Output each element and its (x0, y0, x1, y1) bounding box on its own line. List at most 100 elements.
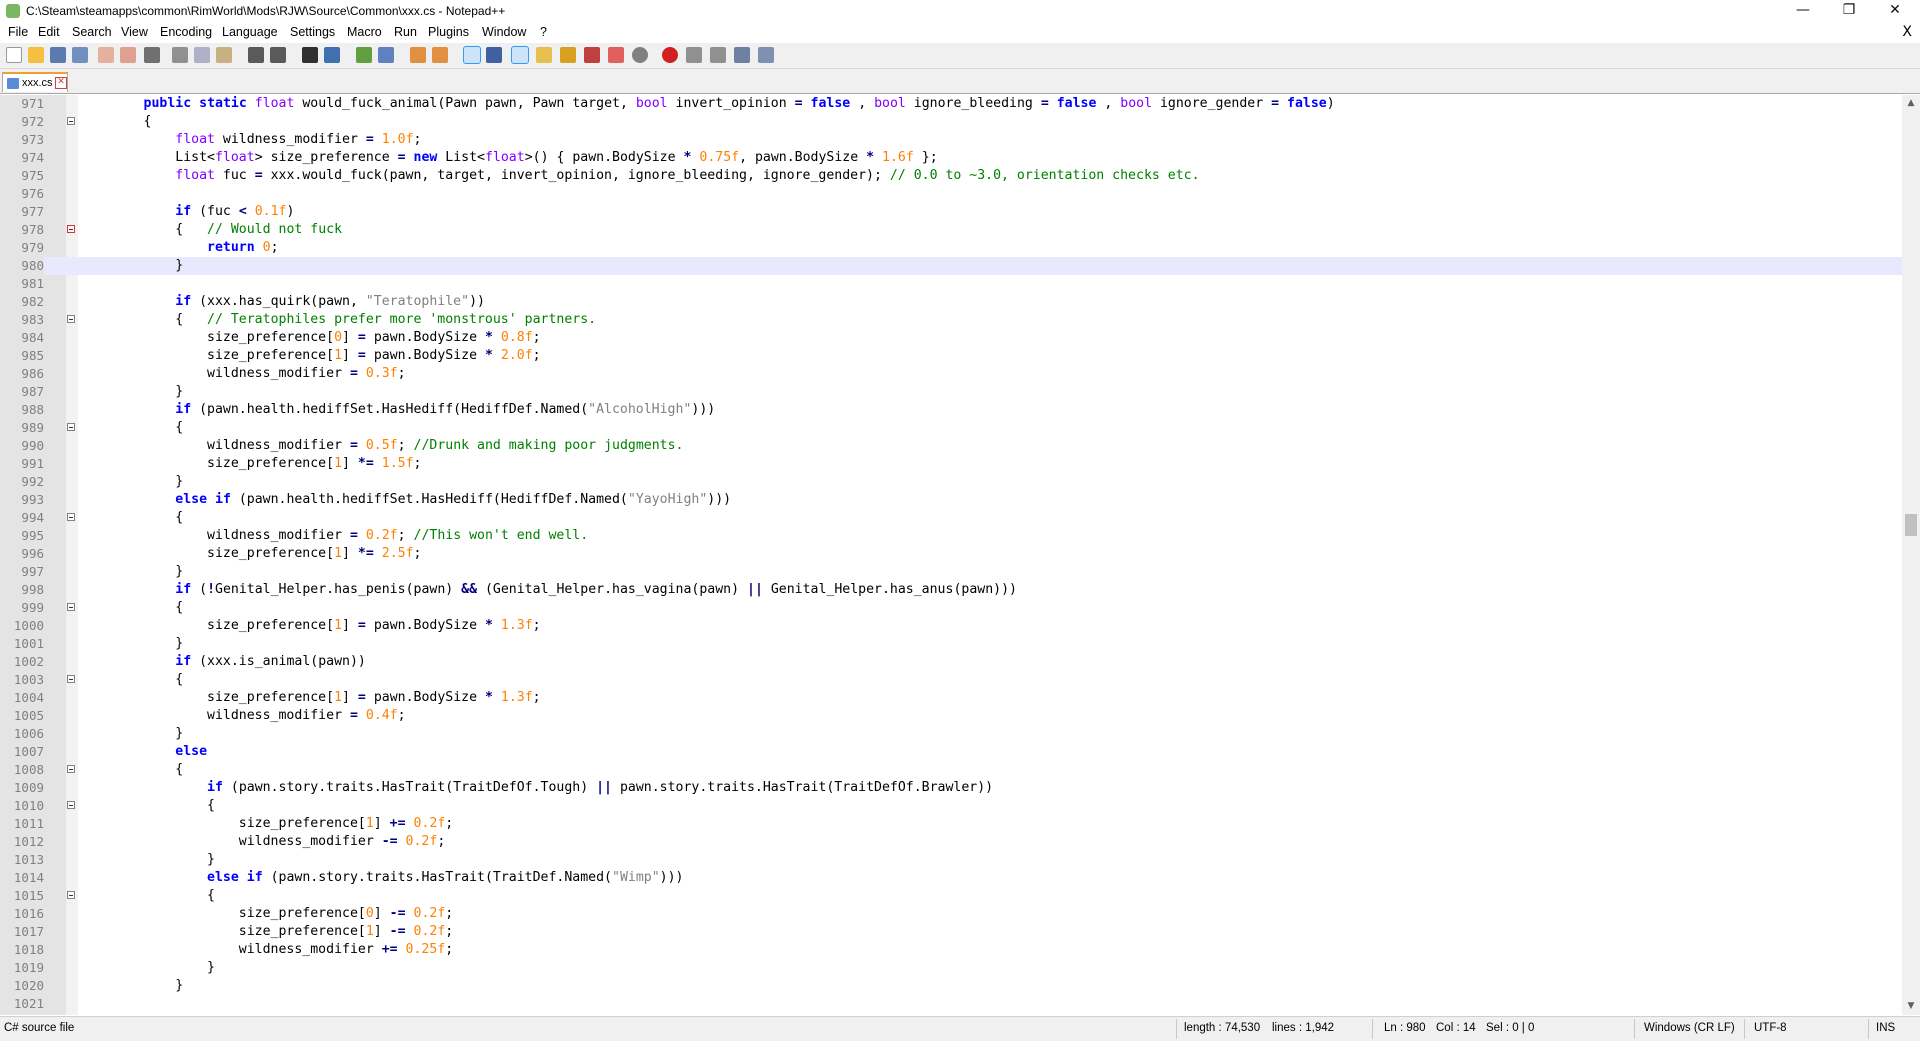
code-line[interactable]: 989 { (0, 419, 1902, 437)
menu-plugins[interactable]: Plugins (428, 25, 469, 39)
code-line[interactable]: 979 return 0; (0, 239, 1902, 257)
menu-edit[interactable]: Edit (38, 25, 60, 39)
fold-toggle-icon[interactable] (67, 117, 75, 125)
code-line[interactable]: 1010 { (0, 797, 1902, 815)
fold-toggle-icon[interactable] (67, 675, 75, 683)
sync-horizontal-icon[interactable] (432, 47, 448, 63)
vertical-scrollbar[interactable]: ▲ ▼ (1902, 95, 1920, 1015)
status-insert-mode[interactable]: INS (1876, 1022, 1895, 1034)
code-line[interactable]: 1019 } (0, 959, 1902, 977)
code-line[interactable]: 992 } (0, 473, 1902, 491)
save-all-icon[interactable] (72, 47, 88, 63)
run-macro-multiple-icon[interactable] (734, 47, 750, 63)
maximize-button[interactable]: ❐ (1826, 0, 1872, 22)
replace-icon[interactable] (324, 47, 340, 63)
code-line[interactable]: 1018 wildness_modifier += 0.25f; (0, 941, 1902, 959)
close-icon[interactable] (98, 47, 114, 63)
udl-icon[interactable] (536, 47, 552, 63)
code-line[interactable]: 1002 if (xxx.is_animal(pawn)) (0, 653, 1902, 671)
fold-toggle-icon[interactable] (67, 603, 75, 611)
doc-map-icon[interactable] (560, 47, 576, 63)
code-line[interactable]: 994 { (0, 509, 1902, 527)
code-line[interactable]: 995 wildness_modifier = 0.2f; //This won… (0, 527, 1902, 545)
function-list-icon[interactable] (584, 47, 600, 63)
fold-toggle-icon[interactable] (67, 891, 75, 899)
code-line[interactable]: 1004 size_preference[1] = pawn.BodySize … (0, 689, 1902, 707)
menu-help[interactable]: ? (540, 25, 547, 39)
new-file-icon[interactable] (6, 47, 22, 63)
code-line[interactable]: 1015 { (0, 887, 1902, 905)
fold-toggle-icon[interactable] (67, 801, 75, 809)
save-macro-icon[interactable] (758, 47, 774, 63)
record-macro-icon[interactable] (662, 47, 678, 63)
cut-icon[interactable] (172, 47, 188, 63)
code-line[interactable]: 978 { // Would not fuck (0, 221, 1902, 239)
scroll-down-arrow-icon[interactable]: ▼ (1902, 998, 1920, 1015)
fold-toggle-icon[interactable] (67, 765, 75, 773)
code-line[interactable]: 1007 else (0, 743, 1902, 761)
code-line[interactable]: 1008 { (0, 761, 1902, 779)
menu-run[interactable]: Run (394, 25, 417, 39)
zoom-out-icon[interactable] (378, 47, 394, 63)
scroll-up-arrow-icon[interactable]: ▲ (1902, 95, 1920, 112)
code-line[interactable]: 996 size_preference[1] *= 2.5f; (0, 545, 1902, 563)
close-document-x[interactable]: X (1902, 24, 1912, 40)
code-line[interactable]: 984 size_preference[0] = pawn.BodySize *… (0, 329, 1902, 347)
redo-icon[interactable] (270, 47, 286, 63)
code-line[interactable]: 1011 size_preference[1] += 0.2f; (0, 815, 1902, 833)
print-icon[interactable] (144, 47, 160, 63)
code-line[interactable]: 1005 wildness_modifier = 0.4f; (0, 707, 1902, 725)
zoom-in-icon[interactable] (356, 47, 372, 63)
code-line[interactable]: 993 else if (pawn.health.hediffSet.HasHe… (0, 491, 1902, 509)
tab-close-icon[interactable]: ✕ (55, 77, 67, 89)
menu-window[interactable]: Window (482, 25, 526, 39)
code-line[interactable]: 1021 (0, 995, 1902, 1013)
code-line[interactable]: 1013 } (0, 851, 1902, 869)
paste-icon[interactable] (216, 47, 232, 63)
code-line[interactable]: 971 public static float would_fuck_anima… (0, 95, 1902, 113)
monitor-icon[interactable] (632, 47, 648, 63)
code-line[interactable]: 1017 size_preference[1] -= 0.2f; (0, 923, 1902, 941)
code-line[interactable]: 1014 else if (pawn.story.traits.HasTrait… (0, 869, 1902, 887)
notepadpp-app-icon[interactable] (6, 4, 20, 18)
tab-xxx-cs[interactable]: xxx.cs ✕ (2, 72, 68, 92)
code-line[interactable]: 976 (0, 185, 1902, 203)
menu-macro[interactable]: Macro (347, 25, 382, 39)
code-line[interactable]: 985 size_preference[1] = pawn.BodySize *… (0, 347, 1902, 365)
stop-macro-icon[interactable] (686, 47, 702, 63)
indent-guide-icon[interactable] (511, 46, 529, 64)
code-line[interactable]: 998 if (!Genital_Helper.has_penis(pawn) … (0, 581, 1902, 599)
menu-language[interactable]: Language (222, 25, 278, 39)
code-line[interactable]: 990 wildness_modifier = 0.5f; //Drunk an… (0, 437, 1902, 455)
code-line[interactable]: 975 float fuc = xxx.would_fuck(pawn, tar… (0, 167, 1902, 185)
play-macro-icon[interactable] (710, 47, 726, 63)
fold-toggle-icon[interactable] (67, 513, 75, 521)
code-line[interactable]: 1000 size_preference[1] = pawn.BodySize … (0, 617, 1902, 635)
code-line[interactable]: 1003 { (0, 671, 1902, 689)
menu-view[interactable]: View (121, 25, 148, 39)
fold-toggle-icon[interactable] (67, 225, 75, 233)
code-line[interactable]: 1006 } (0, 725, 1902, 743)
show-all-chars-icon[interactable] (486, 47, 502, 63)
folder-workspace-icon[interactable] (608, 47, 624, 63)
code-line[interactable]: 973 float wildness_modifier = 1.0f; (0, 131, 1902, 149)
save-icon[interactable] (50, 47, 66, 63)
minimize-button[interactable]: — (1780, 0, 1826, 22)
code-line[interactable]: 972 { (0, 113, 1902, 131)
code-line[interactable]: 980 } (0, 257, 1902, 275)
code-line[interactable]: 997 } (0, 563, 1902, 581)
code-line[interactable]: 991 size_preference[1] *= 1.5f; (0, 455, 1902, 473)
menu-file[interactable]: File (8, 25, 28, 39)
code-editor[interactable]: 971 public static float would_fuck_anima… (0, 95, 1902, 1015)
close-all-icon[interactable] (120, 47, 136, 63)
open-file-icon[interactable] (28, 47, 44, 63)
fold-toggle-icon[interactable] (67, 315, 75, 323)
menu-search[interactable]: Search (72, 25, 112, 39)
scrollbar-thumb[interactable] (1905, 514, 1917, 536)
find-icon[interactable] (302, 47, 318, 63)
code-line[interactable]: 987 } (0, 383, 1902, 401)
word-wrap-icon[interactable] (463, 46, 481, 64)
close-window-button[interactable]: ✕ (1872, 0, 1918, 22)
code-line[interactable]: 982 if (xxx.has_quirk(pawn, "Teratophile… (0, 293, 1902, 311)
undo-icon[interactable] (248, 47, 264, 63)
